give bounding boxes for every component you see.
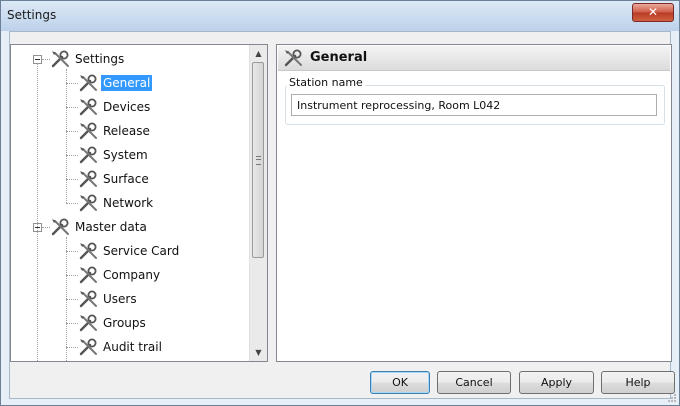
- tree-item-label: Network: [103, 196, 154, 210]
- tools-icon: [79, 338, 97, 356]
- scroll-thumb[interactable]: [252, 62, 264, 258]
- tools-icon: [79, 314, 97, 332]
- window-title: Settings: [7, 8, 57, 22]
- tree-item-label: Audit trail: [103, 340, 162, 354]
- close-icon: ✕: [647, 5, 659, 19]
- panel-header: General: [278, 46, 670, 71]
- tree-item-label: Service Card: [103, 244, 180, 258]
- tools-icon: [79, 170, 97, 188]
- tree-item-label: Master data: [75, 220, 147, 234]
- tree-item[interactable]: Settings: [11, 47, 249, 71]
- panel-title: General: [310, 50, 368, 65]
- tree-scrollbar[interactable]: ▲ ▼: [249, 45, 267, 361]
- close-button[interactable]: ✕: [632, 3, 674, 22]
- tree-item[interactable]: Users: [11, 287, 249, 311]
- tools-icon: [284, 49, 302, 67]
- tree-item[interactable]: Release: [11, 119, 249, 143]
- tree-item-label: Devices: [103, 100, 151, 114]
- tools-icon: [79, 74, 97, 92]
- ok-button[interactable]: OK: [370, 371, 430, 394]
- scroll-up-arrow-icon[interactable]: ▲: [250, 45, 267, 62]
- tree-item-label: Company: [103, 268, 161, 282]
- title-bar[interactable]: Settings ✕: [1, 1, 679, 31]
- scroll-down-arrow-icon[interactable]: ▼: [250, 344, 267, 361]
- tree-item[interactable]: Company: [11, 263, 249, 287]
- station-name-input[interactable]: [291, 94, 657, 116]
- tree-item[interactable]: Devices: [11, 95, 249, 119]
- tree-item-label: General: [101, 75, 153, 91]
- tree-item[interactable]: General: [11, 71, 249, 95]
- station-name-label: Station name: [287, 76, 365, 89]
- tree-item[interactable]: Service Card: [11, 239, 249, 263]
- tree-item[interactable]: Master data: [11, 215, 249, 239]
- tools-icon: [79, 194, 97, 212]
- settings-panel: General Station name: [276, 44, 672, 362]
- settings-tree[interactable]: ▲ ▼ Settings General Devices Release System S…: [10, 44, 268, 362]
- tree-item-label: System: [103, 148, 148, 162]
- tree-item[interactable]: Network: [11, 191, 249, 215]
- tools-icon: [51, 218, 69, 236]
- tree-item-label: Users: [103, 292, 137, 306]
- tree-item-label: Groups: [103, 316, 146, 330]
- tree-item[interactable]: Surface: [11, 167, 249, 191]
- tools-icon: [79, 266, 97, 284]
- tools-icon: [79, 242, 97, 260]
- tree-item-label: Release: [103, 124, 150, 138]
- tools-icon: [79, 122, 97, 140]
- cancel-button[interactable]: Cancel: [437, 371, 511, 394]
- apply-button[interactable]: Apply: [519, 371, 594, 394]
- tools-icon: [79, 146, 97, 164]
- tools-icon: [79, 290, 97, 308]
- help-button[interactable]: Help: [601, 371, 675, 394]
- tree-item-label: Settings: [75, 52, 125, 66]
- tools-icon: [51, 50, 69, 68]
- tree-item[interactable]: Groups: [11, 311, 249, 335]
- tree-item-label: Surface: [103, 172, 149, 186]
- tree-item[interactable]: Audit trail: [11, 335, 249, 359]
- tree-item[interactable]: System: [11, 143, 249, 167]
- tools-icon: [79, 98, 97, 116]
- resize-grip-icon[interactable]: [667, 393, 677, 403]
